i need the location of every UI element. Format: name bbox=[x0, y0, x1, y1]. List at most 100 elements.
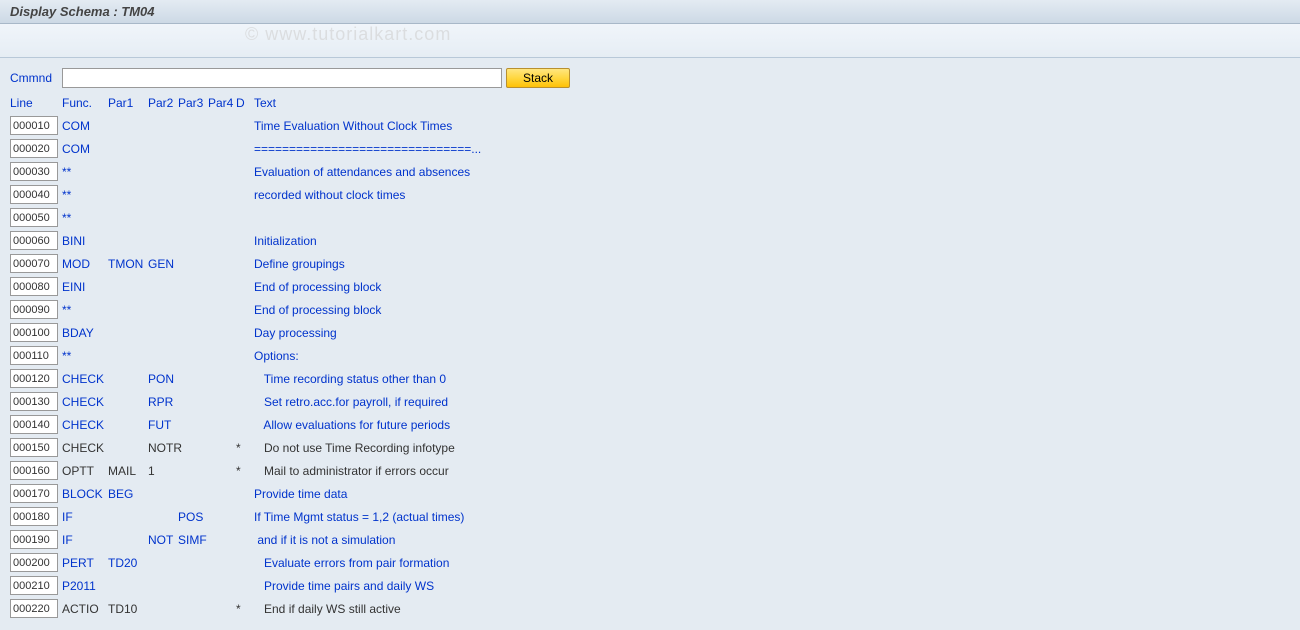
cell-func: COM bbox=[62, 119, 108, 133]
header-d: D bbox=[236, 96, 254, 110]
header-par3: Par3 bbox=[178, 96, 208, 110]
table-row: IFPOSIf Time Mgmt status = 1,2 (actual t… bbox=[10, 505, 1290, 528]
cell-text: End if daily WS still active bbox=[254, 602, 1290, 616]
cell-par2: NOT bbox=[148, 533, 178, 547]
cell-text: Evaluation of attendances and absences bbox=[254, 165, 1290, 179]
cell-text: Mail to administrator if errors occur bbox=[254, 464, 1290, 478]
line-input[interactable] bbox=[10, 369, 58, 388]
line-input[interactable] bbox=[10, 553, 58, 572]
cell-text: Time Evaluation Without Clock Times bbox=[254, 119, 1290, 133]
window-title: Display Schema : TM04 bbox=[0, 0, 1300, 24]
table-row: ACTIOTD10* End if daily WS still active bbox=[10, 597, 1290, 620]
cell-text: Define groupings bbox=[254, 257, 1290, 271]
table-row: ** End of processing block bbox=[10, 298, 1290, 321]
table-row: BLOCKBEG Provide time data bbox=[10, 482, 1290, 505]
cell-par2: FUT bbox=[148, 418, 178, 432]
cell-text: Day processing bbox=[254, 326, 1290, 340]
cell-par2: RPR bbox=[148, 395, 178, 409]
command-label: Cmmnd bbox=[10, 71, 58, 85]
table-row: IFNOTSIMF and if it is not a simulation bbox=[10, 528, 1290, 551]
line-input[interactable] bbox=[10, 139, 58, 158]
line-input[interactable] bbox=[10, 277, 58, 296]
cell-func: MOD bbox=[62, 257, 108, 271]
line-input[interactable] bbox=[10, 300, 58, 319]
cell-func: BDAY bbox=[62, 326, 108, 340]
table-row: BINI Initialization bbox=[10, 229, 1290, 252]
watermark: © www.tutorialkart.com bbox=[245, 24, 451, 45]
line-input[interactable] bbox=[10, 116, 58, 135]
header-func: Func. bbox=[62, 96, 108, 110]
cell-text: Evaluate errors from pair formation bbox=[254, 556, 1290, 570]
cell-text: Provide time data bbox=[254, 487, 1290, 501]
cell-par2: GEN bbox=[148, 257, 178, 271]
cell-par1: TMON bbox=[108, 257, 148, 271]
line-input[interactable] bbox=[10, 392, 58, 411]
cell-text: and if it is not a simulation bbox=[254, 533, 1290, 547]
table-header: Line Func. Par1 Par2 Par3 Par4 D Text bbox=[10, 94, 1290, 112]
table-row: MODTMONGEN Define groupings bbox=[10, 252, 1290, 275]
line-input[interactable] bbox=[10, 185, 58, 204]
line-input[interactable] bbox=[10, 484, 58, 503]
cell-par1: BEG bbox=[108, 487, 148, 501]
cell-func: BLOCK bbox=[62, 487, 108, 501]
cell-par3: SIMF bbox=[178, 533, 208, 547]
line-input[interactable] bbox=[10, 323, 58, 342]
line-input[interactable] bbox=[10, 231, 58, 250]
line-input[interactable] bbox=[10, 461, 58, 480]
cell-text: End of processing block bbox=[254, 303, 1290, 317]
table-row: CHECK RPR Set retro.acc.for payroll, if r… bbox=[10, 390, 1290, 413]
line-input[interactable] bbox=[10, 254, 58, 273]
table-row: BDAY Day processing bbox=[10, 321, 1290, 344]
cell-func: EINI bbox=[62, 280, 108, 294]
line-input[interactable] bbox=[10, 415, 58, 434]
cell-func: ** bbox=[62, 349, 108, 363]
table-row: CHECKNOTR* Do not use Time Recording inf… bbox=[10, 436, 1290, 459]
table-row: COM Time Evaluation Without Clock Times bbox=[10, 114, 1290, 137]
cell-func: ** bbox=[62, 188, 108, 202]
table-row: ** Evaluation of attendances and absences bbox=[10, 160, 1290, 183]
table-row: ** Options: bbox=[10, 344, 1290, 367]
cell-d: * bbox=[236, 602, 254, 616]
cell-text: Allow evaluations for future periods bbox=[254, 418, 1290, 432]
line-input[interactable] bbox=[10, 346, 58, 365]
cell-func: PERT bbox=[62, 556, 108, 570]
line-input[interactable] bbox=[10, 438, 58, 457]
cell-text: If Time Mgmt status = 1,2 (actual times) bbox=[254, 510, 1290, 524]
line-input[interactable] bbox=[10, 576, 58, 595]
header-par1: Par1 bbox=[108, 96, 148, 110]
table-row: PERTTD20 Evaluate errors from pair forma… bbox=[10, 551, 1290, 574]
command-row: Cmmnd Stack bbox=[10, 68, 1290, 88]
cell-par2: PON bbox=[148, 372, 178, 386]
header-par2: Par2 bbox=[148, 96, 178, 110]
cell-func: ** bbox=[62, 303, 108, 317]
line-input[interactable] bbox=[10, 599, 58, 618]
cell-par1: MAIL bbox=[108, 464, 148, 478]
line-input[interactable] bbox=[10, 162, 58, 181]
cell-func: BINI bbox=[62, 234, 108, 248]
line-input[interactable] bbox=[10, 530, 58, 549]
cell-func: ** bbox=[62, 211, 108, 225]
line-input[interactable] bbox=[10, 507, 58, 526]
cell-text: Do not use Time Recording infotype bbox=[254, 441, 1290, 455]
cell-d: * bbox=[236, 441, 254, 455]
table-row: COM ===============================... bbox=[10, 137, 1290, 160]
cell-func: CHECK bbox=[62, 395, 108, 409]
content-area: Cmmnd Stack Line Func. Par1 Par2 Par3 Pa… bbox=[0, 58, 1300, 630]
line-input[interactable] bbox=[10, 208, 58, 227]
cell-func: OPTT bbox=[62, 464, 108, 478]
cell-text: Time recording status other than 0 bbox=[254, 372, 1290, 386]
cell-par3: POS bbox=[178, 510, 208, 524]
command-input[interactable] bbox=[62, 68, 502, 88]
cell-text: ===============================... bbox=[254, 142, 1290, 156]
cell-func: COM bbox=[62, 142, 108, 156]
cell-text: Initialization bbox=[254, 234, 1290, 248]
header-par4: Par4 bbox=[208, 96, 236, 110]
stack-button[interactable]: Stack bbox=[506, 68, 570, 88]
table-row: **recorded without clock times bbox=[10, 183, 1290, 206]
cell-d: * bbox=[236, 464, 254, 478]
cell-func: ** bbox=[62, 165, 108, 179]
cell-text: Set retro.acc.for payroll, if required bbox=[254, 395, 1290, 409]
table-row: EINIEnd of processing block bbox=[10, 275, 1290, 298]
header-text: Text bbox=[254, 96, 1290, 110]
cell-text: Options: bbox=[254, 349, 1290, 363]
